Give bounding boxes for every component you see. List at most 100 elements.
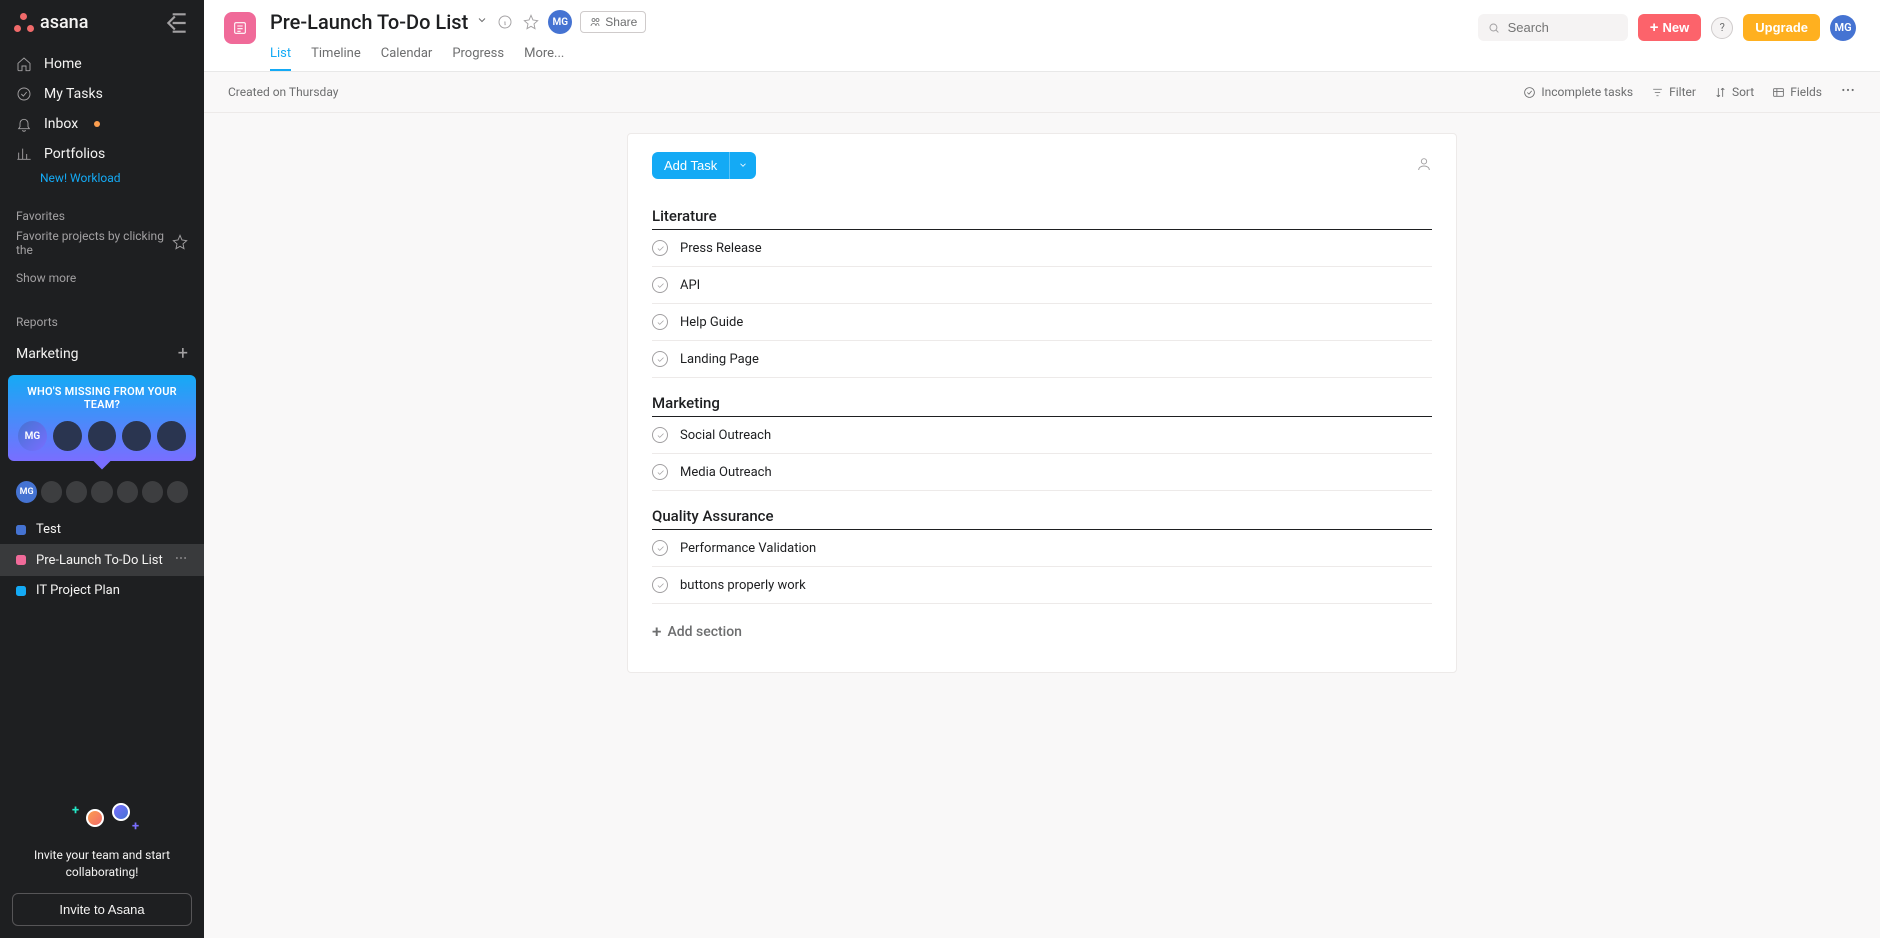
tab-calendar[interactable]: Calendar (381, 40, 433, 71)
task-complete-checkbox[interactable] (652, 351, 668, 367)
project-header: Pre-Launch To-Do List MG Share List Timel… (204, 0, 1880, 72)
task-panel: Add Task Literature Press Release API He… (627, 133, 1457, 673)
team-promo-title: WHO'S MISSING FROM YOUR TEAM? (18, 385, 186, 411)
incomplete-filter[interactable]: Incomplete tasks (1523, 85, 1633, 99)
member-avatar-empty[interactable] (66, 481, 87, 503)
star-icon[interactable] (522, 13, 540, 31)
sidebar-project-item[interactable]: IT Project Plan (0, 576, 204, 605)
upgrade-button[interactable]: Upgrade (1743, 14, 1820, 41)
nav-inbox[interactable]: Inbox (0, 109, 204, 139)
tab-list[interactable]: List (270, 40, 291, 71)
add-task-button[interactable]: Add Task (652, 152, 729, 179)
promo-avatar-me: MG (18, 421, 47, 451)
project-name: Test (36, 522, 61, 537)
add-project-icon[interactable]: + (178, 345, 188, 363)
share-button[interactable]: Share (580, 11, 646, 33)
main-area: Pre-Launch To-Do List MG Share List Timel… (204, 0, 1880, 938)
tab-progress[interactable]: Progress (452, 40, 504, 71)
task-complete-checkbox[interactable] (652, 314, 668, 330)
task-complete-checkbox[interactable] (652, 540, 668, 556)
promo-avatar-empty (88, 421, 117, 451)
list-toolbar: Created on Thursday Incomplete tasks Fil… (204, 72, 1880, 113)
created-on-text: Created on Thursday (228, 85, 338, 99)
task-row[interactable]: Social Outreach (652, 417, 1432, 454)
invite-button[interactable]: Invite to Asana (12, 893, 192, 926)
team-promo-card[interactable]: WHO'S MISSING FROM YOUR TEAM? MG (8, 375, 196, 461)
team-header[interactable]: Marketing + (0, 335, 204, 369)
project-color-swatch (16, 586, 26, 596)
tab-more[interactable]: More... (524, 40, 564, 71)
brand-name: asana (40, 12, 88, 33)
task-row[interactable]: Landing Page (652, 341, 1432, 378)
member-avatar-empty[interactable] (41, 481, 62, 503)
project-name: Pre-Launch To-Do List (36, 553, 163, 568)
task-row[interactable]: buttons properly work (652, 567, 1432, 604)
task-complete-checkbox[interactable] (652, 240, 668, 256)
sidebar-project-item[interactable]: Test (0, 515, 204, 544)
task-name: buttons properly work (680, 578, 806, 593)
bell-icon (16, 116, 32, 132)
search-box[interactable] (1478, 14, 1628, 41)
task-name: Press Release (680, 241, 762, 256)
user-avatar[interactable]: MG (1830, 15, 1856, 41)
team-members-strip: MG (0, 471, 204, 515)
invite-text: Invite your team and start collaborating… (12, 847, 192, 881)
nav-my-tasks[interactable]: My Tasks (0, 79, 204, 109)
collapse-sidebar-icon[interactable] (164, 13, 190, 33)
section-header[interactable]: Marketing (652, 378, 1432, 417)
member-avatar-me[interactable]: MG (16, 481, 37, 503)
nav-inbox-label: Inbox (44, 116, 78, 132)
toolbar-more-icon[interactable] (1840, 82, 1856, 102)
nav-workload[interactable]: New! Workload (0, 169, 204, 191)
task-row[interactable]: Press Release (652, 230, 1432, 267)
new-button[interactable]: +New (1638, 14, 1702, 41)
task-name: Performance Validation (680, 541, 816, 556)
add-task-dropdown[interactable] (729, 152, 756, 179)
favorites-header: Favorites (0, 195, 204, 229)
project-color-icon[interactable] (224, 12, 256, 44)
project-tabs: List Timeline Calendar Progress More... (270, 40, 1464, 71)
reports-header: Reports (0, 291, 204, 335)
assignee-icon[interactable] (1416, 156, 1432, 176)
nav-portfolios[interactable]: Portfolios (0, 139, 204, 169)
task-row[interactable]: Media Outreach (652, 454, 1432, 491)
section-header[interactable]: Quality Assurance (652, 491, 1432, 530)
sidebar-project-item[interactable]: Pre-Launch To-Do List (0, 544, 204, 576)
inbox-unread-dot (94, 121, 100, 127)
favorites-show-more[interactable]: Show more (0, 265, 204, 291)
task-complete-checkbox[interactable] (652, 427, 668, 443)
home-icon (16, 56, 32, 72)
nav-home[interactable]: Home (0, 49, 204, 79)
fields-button[interactable]: Fields (1772, 85, 1822, 99)
project-color-swatch (16, 555, 26, 565)
member-avatar-empty[interactable] (117, 481, 138, 503)
project-title[interactable]: Pre-Launch To-Do List (270, 10, 468, 34)
task-row[interactable]: Performance Validation (652, 530, 1432, 567)
task-complete-checkbox[interactable] (652, 277, 668, 293)
task-row[interactable]: API (652, 267, 1432, 304)
favorites-hint: Favorite projects by clicking the (0, 229, 204, 265)
title-dropdown-icon[interactable] (476, 14, 488, 30)
sidebar: asana Home My Tasks Inbox Portfol (0, 0, 204, 938)
member-avatar-empty[interactable] (91, 481, 112, 503)
info-icon[interactable] (496, 13, 514, 31)
task-complete-checkbox[interactable] (652, 577, 668, 593)
add-section-button[interactable]: + Add section (628, 604, 1456, 642)
task-row[interactable]: Help Guide (652, 304, 1432, 341)
new-label: New (1663, 20, 1690, 35)
task-complete-checkbox[interactable] (652, 464, 668, 480)
project-member-avatar[interactable]: MG (548, 10, 572, 34)
member-avatar-empty[interactable] (142, 481, 163, 503)
tab-timeline[interactable]: Timeline (311, 40, 361, 71)
task-name: Media Outreach (680, 465, 772, 480)
section-header[interactable]: Literature (652, 191, 1432, 230)
search-input[interactable] (1508, 20, 1618, 35)
sort-button[interactable]: Sort (1714, 85, 1754, 99)
filter-button[interactable]: Filter (1651, 85, 1696, 99)
chart-bar-icon (16, 146, 32, 162)
member-avatar-empty[interactable] (167, 481, 188, 503)
nav-home-label: Home (44, 56, 82, 72)
asana-logo[interactable]: asana (14, 12, 88, 33)
help-button[interactable]: ? (1711, 17, 1733, 39)
project-more-icon[interactable] (174, 551, 188, 569)
